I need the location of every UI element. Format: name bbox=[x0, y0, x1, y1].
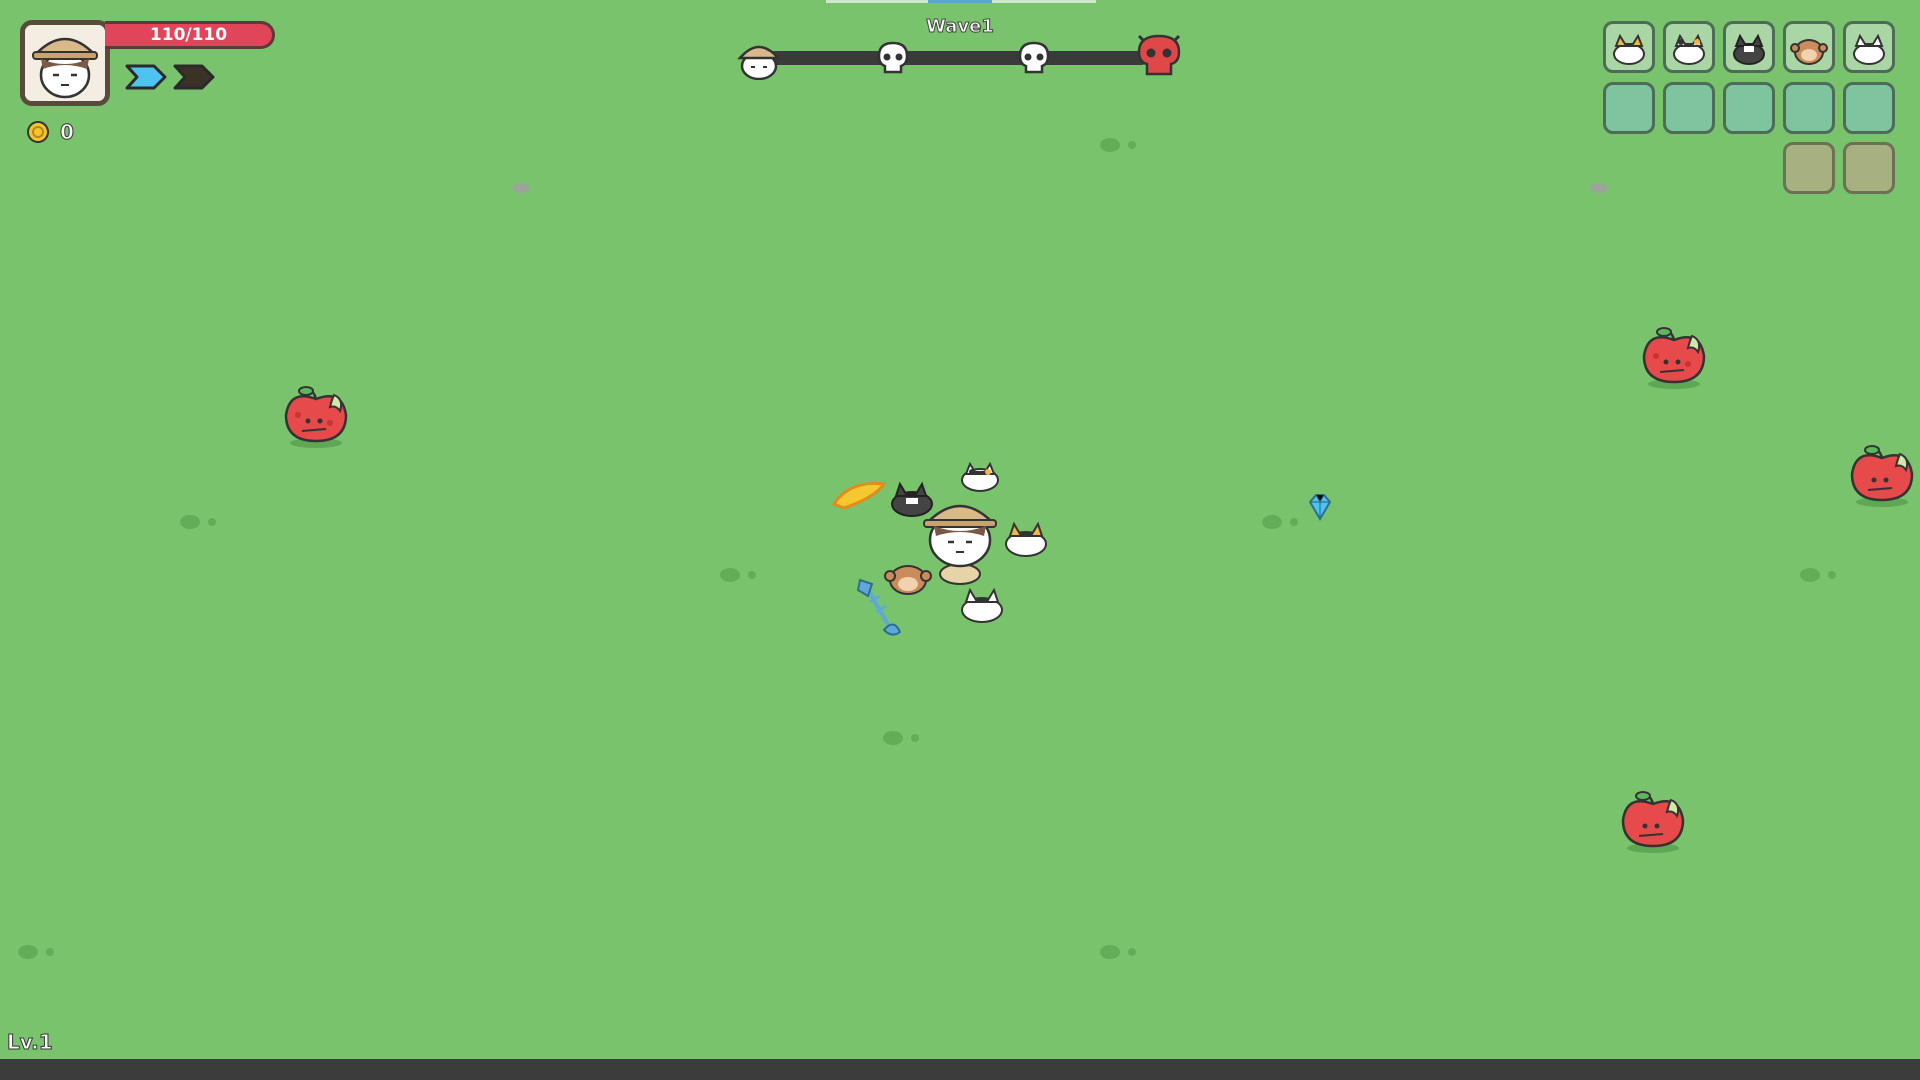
coin-count: 0 bbox=[60, 120, 75, 145]
player-head-icon bbox=[737, 45, 781, 80]
skull-icon bbox=[877, 41, 909, 74]
monkey-icon bbox=[884, 565, 932, 595]
empty-slot[interactable] bbox=[1783, 82, 1835, 134]
yellow-cat-icon bbox=[1613, 33, 1645, 65]
hp-bar: 110/110 bbox=[105, 21, 275, 49]
black-cat-icon bbox=[891, 481, 933, 517]
empty-slot[interactable] bbox=[1723, 82, 1775, 134]
calico-cat-icon bbox=[1673, 33, 1705, 65]
empty-slot[interactable] bbox=[1603, 82, 1655, 134]
level-label: Lv.1 bbox=[7, 1030, 54, 1055]
locked-slot[interactable] bbox=[1843, 142, 1895, 194]
black-cat-icon bbox=[1733, 33, 1765, 65]
white-cat-icon bbox=[961, 587, 1003, 623]
player-group bbox=[831, 462, 1047, 636]
pet-slot-1[interactable] bbox=[1603, 21, 1655, 73]
white-cat-icon bbox=[1853, 33, 1885, 65]
chevron-inactive-icon bbox=[173, 64, 215, 90]
boss-skull-icon bbox=[1137, 34, 1181, 76]
player-avatar bbox=[20, 20, 110, 106]
chevron-active-icon bbox=[125, 64, 167, 90]
calico-cat-icon bbox=[961, 462, 999, 492]
apple-enemy-icon[interactable] bbox=[1846, 444, 1918, 508]
hp-text: 110/110 bbox=[149, 25, 228, 45]
pebble bbox=[1590, 183, 1608, 193]
pet-slot-3[interactable] bbox=[1723, 21, 1775, 73]
apple-enemy-icon[interactable] bbox=[280, 385, 352, 449]
coin-icon bbox=[27, 121, 49, 143]
pet-slot-5[interactable] bbox=[1843, 21, 1895, 73]
coin-counter: 0 bbox=[26, 120, 75, 145]
empty-slot[interactable] bbox=[1843, 82, 1895, 134]
wave-progress-track bbox=[768, 51, 1148, 65]
yellow-cat-icon bbox=[1005, 521, 1047, 557]
pebble bbox=[512, 183, 530, 193]
pet-slot-4[interactable] bbox=[1783, 21, 1835, 73]
apple-enemy-icon[interactable] bbox=[1617, 790, 1689, 854]
explorer-portrait-icon bbox=[25, 25, 105, 101]
skull-icon bbox=[1018, 41, 1050, 74]
pet-slot-2[interactable] bbox=[1663, 21, 1715, 73]
player-character bbox=[923, 504, 997, 585]
apple-enemy-icon[interactable] bbox=[1638, 326, 1710, 390]
wave-label: Wave1 bbox=[926, 16, 995, 38]
empty-slot[interactable] bbox=[1663, 82, 1715, 134]
locked-slot[interactable] bbox=[1783, 142, 1835, 194]
blue-gem-icon[interactable] bbox=[1306, 492, 1334, 522]
banana-weapon-icon bbox=[831, 481, 887, 510]
xp-bar bbox=[0, 1059, 1920, 1080]
monkey-icon bbox=[1790, 39, 1828, 65]
wave-top-marker bbox=[928, 0, 992, 3]
